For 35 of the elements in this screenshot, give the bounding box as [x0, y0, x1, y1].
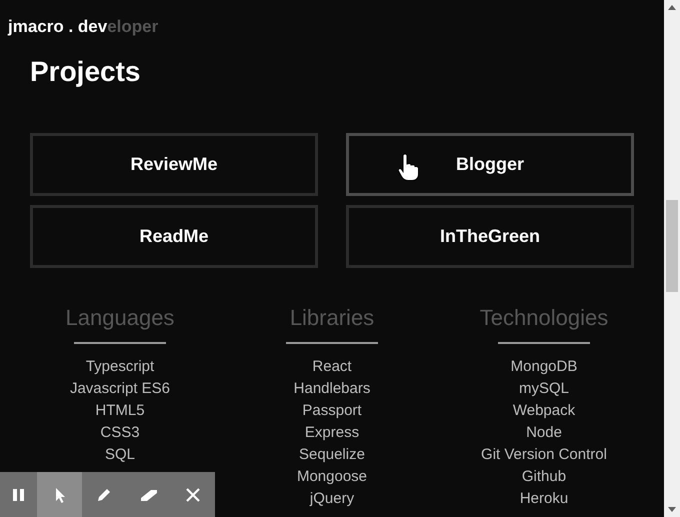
project-button[interactable]: ReadMe [30, 205, 318, 268]
scroll-thumb[interactable] [666, 200, 678, 292]
skill-item: jQuery [310, 489, 354, 509]
column-heading: Technologies [480, 304, 608, 332]
skill-item: Sequelize [299, 445, 365, 465]
column-heading: Languages [66, 304, 174, 332]
skill-item: MongoDB [510, 357, 578, 377]
scroll-down-icon[interactable] [668, 507, 676, 512]
skill-item: Mongoose [296, 467, 368, 487]
skill-item: React [312, 357, 352, 377]
column-heading: Libraries [290, 304, 374, 332]
skill-item: Heroku [520, 489, 568, 509]
skill-item: Handlebars [294, 379, 370, 399]
skill-item: Git Version Control [481, 445, 607, 465]
skill-item: Typescript [86, 357, 154, 377]
skill-item: CSS3 [100, 423, 140, 443]
skill-item: HTML5 [95, 401, 145, 421]
skill-item: Passport [302, 401, 362, 421]
skill-item: Github [522, 467, 566, 487]
skill-item: Node [526, 423, 562, 443]
hand-cursor-icon [397, 152, 421, 182]
scroll-up-icon[interactable] [668, 5, 676, 10]
project-button[interactable]: InTheGreen [346, 205, 634, 268]
skill-item: Webpack [512, 401, 576, 421]
close-icon [184, 486, 202, 504]
site-logo[interactable]: jmacro . developer [8, 17, 158, 36]
toolbar-button[interactable] [37, 472, 82, 517]
project-button[interactable]: Blogger [346, 133, 634, 196]
skill-item: mySQL [518, 379, 569, 399]
skill-item: Javascript ES6 [70, 379, 170, 399]
scrollbar[interactable] [664, 0, 680, 517]
skill-item: SQL [104, 445, 135, 465]
project-button[interactable]: ReviewMe [30, 133, 318, 196]
skill-item: Express [304, 423, 360, 443]
section-heading: Projects [30, 55, 140, 89]
